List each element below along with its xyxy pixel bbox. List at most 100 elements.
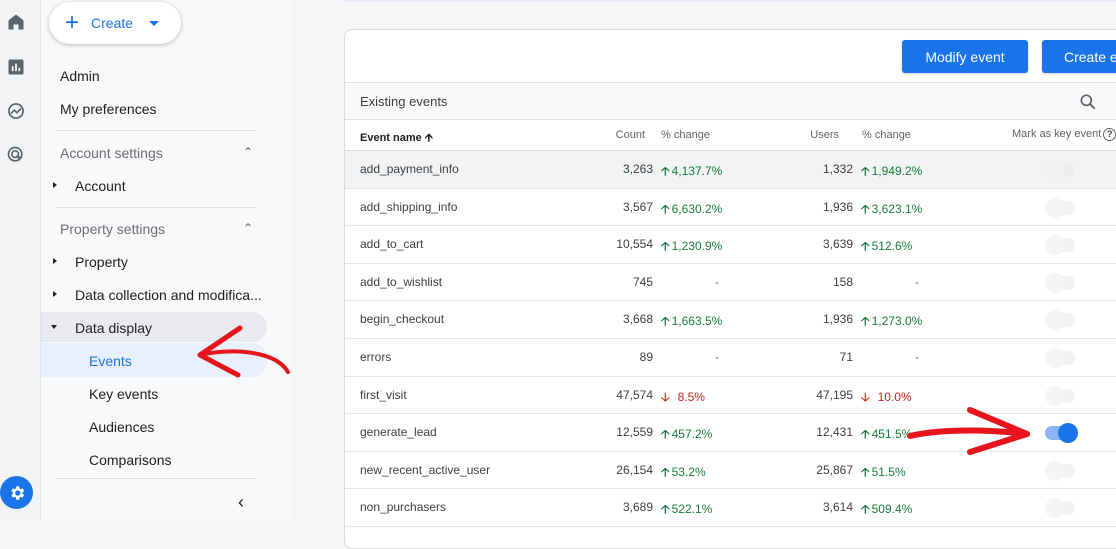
collapse-arrow-icon[interactable] xyxy=(51,325,57,329)
search-icon[interactable] xyxy=(1078,92,1098,112)
create-event-button[interactable]: Create e xyxy=(1042,40,1116,73)
key-event-toggle[interactable] xyxy=(1045,385,1075,406)
event-name[interactable]: generate_lead xyxy=(360,425,437,439)
key-event-toggle[interactable] xyxy=(1045,160,1075,180)
event-name[interactable]: begin_checkout xyxy=(360,312,444,326)
event-name[interactable]: add_to_cart xyxy=(360,237,423,251)
col-users[interactable]: Users xyxy=(810,129,839,141)
property-settings-header[interactable]: Property settings xyxy=(60,221,165,237)
count-change: 🡡 522.1% xyxy=(661,502,713,517)
event-count: 745 xyxy=(632,274,653,289)
arrow-down-icon: 🡣 xyxy=(861,389,870,404)
home-icon[interactable] xyxy=(6,12,26,32)
chevron-left-icon[interactable]: ‹ xyxy=(238,492,244,513)
key-event-toggle[interactable] xyxy=(1045,197,1075,218)
users-change: 🡡 3,623.1% xyxy=(861,201,923,216)
modify-event-button[interactable]: Modify event xyxy=(902,40,1028,73)
users-change: 🡡 1,949.2% xyxy=(861,164,923,178)
key-event-toggle[interactable] xyxy=(1045,423,1078,444)
event-name[interactable]: add_shipping_info xyxy=(360,200,457,214)
table-row[interactable]: non_purchasers 3,689 🡡 522.1% 3,614 🡡 509.4% xyxy=(345,489,1116,527)
col-count-change[interactable]: % change xyxy=(661,129,710,141)
event-count: 26,154 xyxy=(616,462,653,477)
table-row[interactable]: add_payment_info 3,263 🡡 4,137.7% 1,332 🡡 1,94… xyxy=(345,151,1116,189)
nav-account[interactable]: Account xyxy=(75,178,126,194)
event-name[interactable]: non_purchasers xyxy=(360,500,446,514)
key-event-toggle[interactable] xyxy=(1045,310,1075,331)
col-event-name[interactable]: Event name 🡩 xyxy=(360,129,433,148)
event-users: 1,332 xyxy=(822,162,853,176)
expand-arrow-icon[interactable] xyxy=(53,291,57,297)
arrow-up-icon: 🡡 xyxy=(861,464,870,479)
col-mark-key-event[interactable]: Mark as key event? xyxy=(1012,128,1116,141)
reports-icon[interactable] xyxy=(6,57,26,77)
count-change: - xyxy=(715,350,719,364)
arrow-up-icon: 🡡 xyxy=(861,502,870,517)
key-event-toggle[interactable] xyxy=(1045,235,1075,256)
users-change: 🡡 512.6% xyxy=(861,239,913,254)
toggle-knob xyxy=(1045,272,1065,293)
toggle-knob xyxy=(1045,385,1065,406)
account-settings-header[interactable]: Account settings xyxy=(60,145,163,161)
nav-comparisons[interactable]: Comparisons xyxy=(89,452,171,468)
event-count: 3,263 xyxy=(622,162,653,176)
table-row[interactable]: first_visit 47,574 🡣 8.5% 47,195 🡣 10.0% xyxy=(345,377,1116,415)
table-row[interactable]: add_shipping_info 3,567 🡡 6,630.2% 1,936 🡡 3,6… xyxy=(345,189,1116,227)
event-count: 10,554 xyxy=(616,237,653,252)
arrow-up-icon: 🡡 xyxy=(661,201,670,216)
count-change: 🡡 53.2% xyxy=(661,464,706,479)
event-count: 47,574 xyxy=(616,387,653,402)
nav-my-preferences[interactable]: My preferences xyxy=(60,101,156,117)
arrow-up-icon: 🡡 xyxy=(661,239,670,254)
table-row[interactable]: new_recent_active_user 26,154 🡡 53.2% 25,867… xyxy=(345,452,1116,490)
event-name[interactable]: add_payment_info xyxy=(360,162,459,176)
users-change: - xyxy=(915,350,919,364)
arrow-up-icon: 🡡 xyxy=(661,464,670,479)
event-name[interactable]: new_recent_active_user xyxy=(360,463,490,477)
event-name[interactable]: first_visit xyxy=(360,388,407,402)
nav-audiences[interactable]: Audiences xyxy=(89,419,154,435)
users-change: 🡡 1,273.0% xyxy=(861,314,923,329)
table-row[interactable]: begin_checkout 3,668 🡡 1,663.5% 1,936 🡡 1,273.… xyxy=(345,301,1116,339)
sort-ascending-icon: 🡩 xyxy=(424,132,433,144)
explore-icon[interactable] xyxy=(6,101,26,121)
table-row[interactable]: add_to_cart 10,554 🡡 1,230.9% 3,639 🡡 512.6% xyxy=(345,226,1116,264)
count-change: 🡡 6,630.2% xyxy=(661,201,723,216)
expand-arrow-icon[interactable] xyxy=(53,182,57,188)
chevron-up-icon[interactable]: ⌃ xyxy=(243,221,253,235)
key-event-toggle[interactable] xyxy=(1045,460,1075,481)
nav-data-collection[interactable]: Data collection and modifica... xyxy=(75,287,262,303)
event-count: 3,689 xyxy=(622,500,653,515)
key-event-toggle[interactable] xyxy=(1045,498,1075,519)
col-users-change[interactable]: % change xyxy=(862,129,911,141)
table-row[interactable]: add_to_wishlist 745 - 158 - xyxy=(345,264,1116,302)
event-name[interactable]: errors xyxy=(360,350,391,364)
count-change: 🡡 1,663.5% xyxy=(661,314,723,329)
nav-admin[interactable]: Admin xyxy=(60,68,100,84)
count-change: 🡡 4,137.7% xyxy=(661,164,723,178)
left-rail xyxy=(0,0,41,521)
create-button[interactable]: + Create xyxy=(49,2,181,44)
divider xyxy=(56,478,256,479)
key-event-toggle[interactable] xyxy=(1045,348,1075,368)
nav-key-events[interactable]: Key events xyxy=(89,386,158,402)
settings-button[interactable] xyxy=(0,476,33,509)
arrow-up-icon: 🡡 xyxy=(861,201,870,216)
event-count: 3,567 xyxy=(622,199,653,214)
table-header: Event name 🡩 Count % change Users % chan… xyxy=(345,120,1116,151)
nav-events[interactable]: Events xyxy=(89,353,132,369)
divider xyxy=(56,207,256,208)
expand-arrow-icon[interactable] xyxy=(53,258,57,264)
help-icon[interactable]: ? xyxy=(1103,128,1116,141)
key-event-toggle[interactable] xyxy=(1045,272,1075,293)
col-count[interactable]: Count xyxy=(616,129,645,141)
toggle-knob xyxy=(1058,423,1078,444)
event-name[interactable]: add_to_wishlist xyxy=(360,275,442,289)
table-row[interactable]: errors 89 - 71 - xyxy=(345,339,1116,377)
table-row[interactable]: generate_lead 12,559 🡡 457.2% 12,431 🡡 451.5% xyxy=(345,414,1116,452)
caret-down-icon xyxy=(149,20,160,26)
advertising-icon[interactable] xyxy=(6,145,26,165)
nav-data-display[interactable]: Data display xyxy=(75,320,152,336)
nav-property[interactable]: Property xyxy=(75,254,128,270)
chevron-up-icon[interactable]: ⌃ xyxy=(243,145,253,159)
